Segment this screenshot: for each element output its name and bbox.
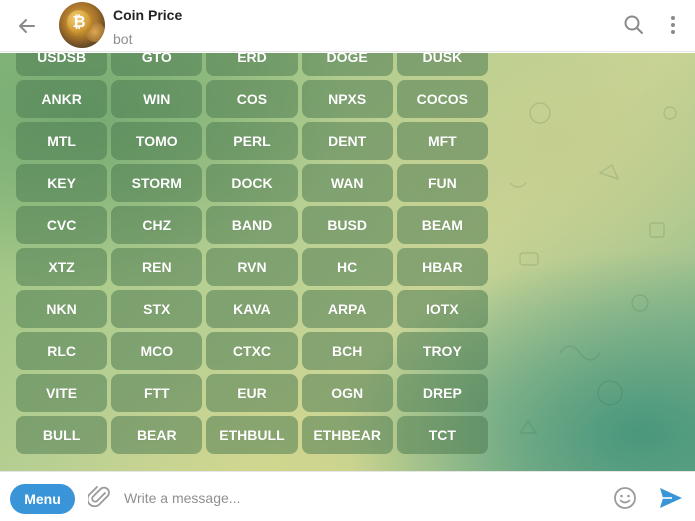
keyboard-button-ethbull[interactable]: ETHBULL bbox=[206, 416, 298, 454]
keyboard-button-drep[interactable]: DREP bbox=[396, 374, 488, 412]
keyboard-button-kava[interactable]: KAVA bbox=[206, 290, 298, 328]
keyboard-button-ethbear[interactable]: ETHBEAR bbox=[301, 416, 393, 454]
keyboard-button-vite[interactable]: VITE bbox=[16, 374, 108, 412]
avatar[interactable]: ₿ bbox=[59, 2, 105, 48]
keyboard-row: XTZ REN RVN HC HBAR bbox=[16, 248, 492, 286]
keyboard-row: MTL TOMO PERL DENT MFT bbox=[16, 122, 492, 160]
keyboard-button-cos[interactable]: COS bbox=[206, 80, 298, 118]
keyboard-button-wan[interactable]: WAN bbox=[301, 164, 393, 202]
emoji-button[interactable] bbox=[612, 485, 638, 511]
keyboard-button-ctxc[interactable]: CTXC bbox=[206, 332, 298, 370]
keyboard-button-usdsb[interactable]: USDSB bbox=[16, 53, 108, 76]
keyboard-button-arpa[interactable]: ARPA bbox=[301, 290, 393, 328]
keyboard-row: USDSB GTO ERD DOGE DUSK bbox=[16, 53, 492, 76]
keyboard-button-mft[interactable]: MFT bbox=[396, 122, 488, 160]
keyboard-button-mtl[interactable]: MTL bbox=[16, 122, 108, 160]
chat-title-block[interactable]: Coin Price bot bbox=[113, 6, 182, 48]
keyboard-button-dusk[interactable]: DUSK bbox=[396, 53, 488, 76]
message-composer: Menu bbox=[0, 471, 695, 521]
keyboard-button-dock[interactable]: DOCK bbox=[206, 164, 298, 202]
search-button[interactable] bbox=[622, 13, 646, 37]
keyboard-button-beam[interactable]: BEAM bbox=[396, 206, 488, 244]
keyboard-button-busd[interactable]: BUSD bbox=[301, 206, 393, 244]
keyboard-button-bch[interactable]: BCH bbox=[301, 332, 393, 370]
back-arrow-icon bbox=[19, 19, 35, 33]
keyboard-row: BULL BEAR ETHBULL ETHBEAR TCT bbox=[16, 416, 492, 454]
more-vertical-icon bbox=[671, 16, 675, 34]
keyboard-button-ren[interactable]: REN bbox=[111, 248, 203, 286]
keyboard-button-cocos[interactable]: COCOS bbox=[396, 80, 488, 118]
keyboard-button-xtz[interactable]: XTZ bbox=[16, 248, 108, 286]
keyboard-button-ftt[interactable]: FTT bbox=[111, 374, 203, 412]
keyboard-button-hbar[interactable]: HBAR bbox=[396, 248, 488, 286]
chat-background: USDSB GTO ERD DOGE DUSK ANKR WIN COS NPXS COCOS MT… bbox=[0, 53, 695, 471]
keyboard-button-tomo[interactable]: TOMO bbox=[111, 122, 203, 160]
keyboard-button-win[interactable]: WIN bbox=[111, 80, 203, 118]
keyboard-row: RLC MCO CTXC BCH TROY bbox=[16, 332, 492, 370]
bitcoin-icon: ₿ bbox=[65, 8, 93, 36]
keyboard-button-npxs[interactable]: NPXS bbox=[301, 80, 393, 118]
send-button[interactable] bbox=[658, 486, 684, 510]
keyboard-button-hc[interactable]: HC bbox=[301, 248, 393, 286]
message-input[interactable] bbox=[124, 484, 594, 512]
keyboard-button-dent[interactable]: DENT bbox=[301, 122, 393, 160]
attach-button[interactable] bbox=[86, 485, 112, 511]
keyboard-button-mco[interactable]: MCO bbox=[111, 332, 203, 370]
keyboard-button-gto[interactable]: GTO bbox=[111, 53, 203, 76]
back-button[interactable] bbox=[14, 13, 40, 39]
keyboard-button-bear[interactable]: BEAR bbox=[111, 416, 203, 454]
send-icon bbox=[660, 488, 682, 508]
keyboard-row: VITE FTT EUR OGN DREP bbox=[16, 374, 492, 412]
keyboard-button-ankr[interactable]: ANKR bbox=[16, 80, 108, 118]
chat-subtitle: bot bbox=[113, 31, 133, 47]
keyboard-button-iotx[interactable]: IOTX bbox=[396, 290, 488, 328]
keyboard-button-fun[interactable]: FUN bbox=[396, 164, 488, 202]
keyboard-button-bull[interactable]: BULL bbox=[16, 416, 108, 454]
reply-keyboard: USDSB GTO ERD DOGE DUSK ANKR WIN COS NPXS COCOS MT… bbox=[16, 53, 492, 458]
paperclip-icon bbox=[86, 486, 110, 508]
keyboard-button-cvc[interactable]: CVC bbox=[16, 206, 108, 244]
keyboard-row: KEY STORM DOCK WAN FUN bbox=[16, 164, 492, 202]
keyboard-button-stx[interactable]: STX bbox=[111, 290, 203, 328]
keyboard-button-troy[interactable]: TROY bbox=[396, 332, 488, 370]
keyboard-button-ogn[interactable]: OGN bbox=[301, 374, 393, 412]
keyboard-button-erd[interactable]: ERD bbox=[206, 53, 298, 76]
keyboard-button-rvn[interactable]: RVN bbox=[206, 248, 298, 286]
keyboard-button-doge[interactable]: DOGE bbox=[301, 53, 393, 76]
keyboard-button-tct[interactable]: TCT bbox=[396, 416, 488, 454]
emoji-icon bbox=[614, 487, 636, 509]
keyboard-button-nkn[interactable]: NKN bbox=[16, 290, 108, 328]
more-button[interactable] bbox=[664, 13, 682, 37]
keyboard-button-chz[interactable]: CHZ bbox=[111, 206, 203, 244]
keyboard-row: CVC CHZ BAND BUSD BEAM bbox=[16, 206, 492, 244]
keyboard-button-rlc[interactable]: RLC bbox=[16, 332, 108, 370]
chat-title: Coin Price bbox=[113, 7, 183, 23]
keyboard-row: NKN STX KAVA ARPA IOTX bbox=[16, 290, 492, 328]
keyboard-button-band[interactable]: BAND bbox=[206, 206, 298, 244]
keyboard-row: ANKR WIN COS NPXS COCOS bbox=[16, 80, 492, 118]
keyboard-button-eur[interactable]: EUR bbox=[206, 374, 298, 412]
keyboard-button-storm[interactable]: STORM bbox=[111, 164, 203, 202]
chat-header: ₿ Coin Price bot bbox=[0, 0, 695, 52]
menu-button[interactable]: Menu bbox=[10, 484, 75, 514]
search-icon bbox=[624, 15, 643, 34]
keyboard-button-perl[interactable]: PERL bbox=[206, 122, 298, 160]
keyboard-button-key[interactable]: KEY bbox=[16, 164, 108, 202]
